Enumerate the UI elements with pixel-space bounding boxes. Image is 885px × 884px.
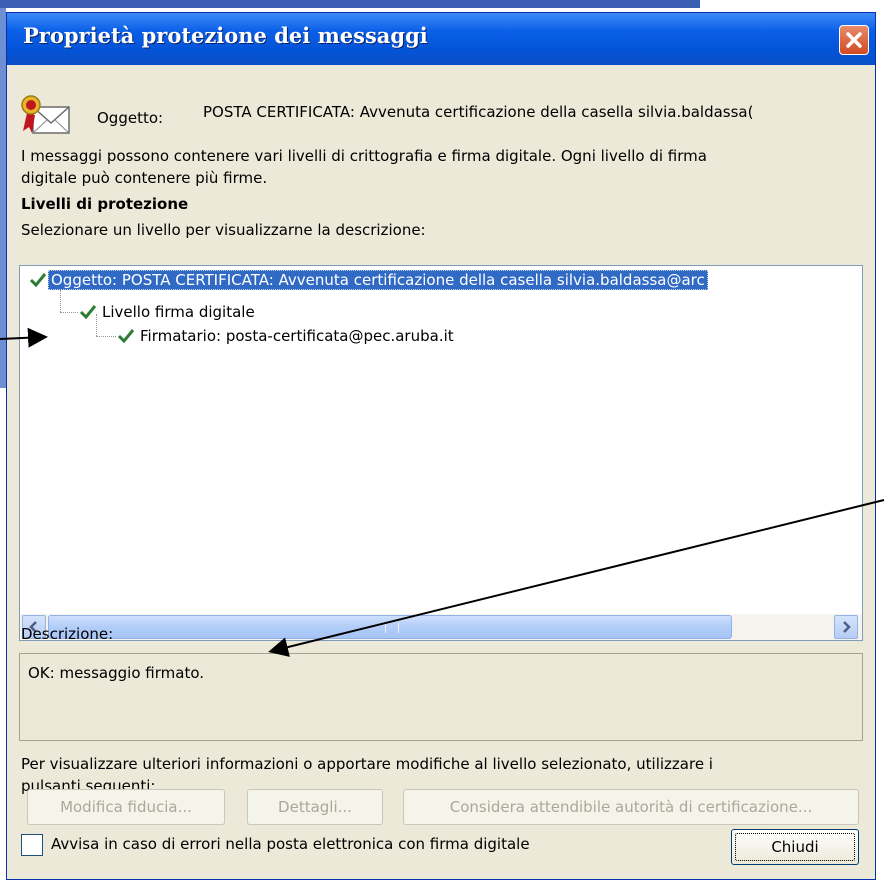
tree-connector (96, 336, 116, 337)
description-text: OK: messaggio firmato. (28, 664, 205, 682)
warn-errors-label[interactable]: Avvisa in caso di errori nella posta ele… (51, 835, 530, 853)
close-button[interactable] (839, 25, 869, 55)
levels-instruction: Selezionare un livello per visualizzarne… (21, 221, 426, 239)
protection-levels-tree[interactable]: Oggetto: POSTA CERTIFICATA: Avvenuta cer… (19, 265, 863, 641)
intro-line-1: I messaggi possono contenere vari livell… (21, 147, 707, 165)
tree-connector (60, 312, 78, 313)
chevron-right-icon (843, 621, 851, 633)
check-icon (117, 329, 135, 344)
check-icon (79, 305, 97, 320)
trust-ca-button[interactable]: Considera attendibile autorità di certif… (403, 789, 859, 825)
scroll-thumb[interactable] (48, 615, 732, 639)
tree-item-signer[interactable]: Firmatario: posta-certificata@pec.aruba.… (116, 324, 454, 348)
tree-item-label: Oggetto: POSTA CERTIFICATA: Avvenuta cer… (48, 270, 708, 290)
close-dialog-button[interactable]: Chiudi (731, 829, 859, 865)
tree-item-label: Firmatario: posta-certificata@pec.aruba.… (140, 327, 454, 345)
tree-item-message[interactable]: Oggetto: POSTA CERTIFICATA: Avvenuta cer… (28, 268, 708, 292)
close-icon (846, 32, 862, 48)
warn-errors-checkbox[interactable] (21, 834, 43, 856)
intro-line-2: digitale può contenere più firme. (21, 169, 268, 187)
background-window-strip (0, 0, 700, 8)
horizontal-scrollbar[interactable] (20, 614, 862, 640)
check-icon (29, 273, 47, 288)
description-box: OK: messaggio firmato. (19, 653, 863, 741)
dialog-content: Oggetto: POSTA CERTIFICATA: Avvenuta cer… (7, 65, 875, 879)
title-bar[interactable]: Proprietà protezione dei messaggi (7, 13, 875, 65)
page-margin (876, 0, 885, 884)
scroll-right-button[interactable] (834, 615, 858, 639)
tree-item-signature-level[interactable]: Livello firma digitale (78, 300, 255, 324)
dialog-title: Proprietà protezione dei messaggi (23, 23, 428, 48)
tree-item-label: Livello firma digitale (102, 303, 255, 321)
subject-value: POSTA CERTIFICATA: Avvenuta certificazio… (203, 103, 754, 121)
subject-label: Oggetto: (97, 109, 164, 127)
message-security-dialog: Proprietà protezione dei messaggi Oggett… (6, 12, 876, 880)
levels-heading: Livelli di protezione (21, 195, 189, 213)
details-button[interactable]: Dettagli... (247, 789, 383, 825)
description-label: Descrizione: (21, 625, 114, 643)
footer-info-line-1: Per visualizzare ulteriori informazioni … (21, 755, 713, 773)
edit-trust-button[interactable]: Modifica fiducia... (27, 789, 225, 825)
tree-connector (60, 290, 61, 312)
scroll-grip (385, 623, 399, 633)
signed-envelope-icon (21, 95, 70, 134)
